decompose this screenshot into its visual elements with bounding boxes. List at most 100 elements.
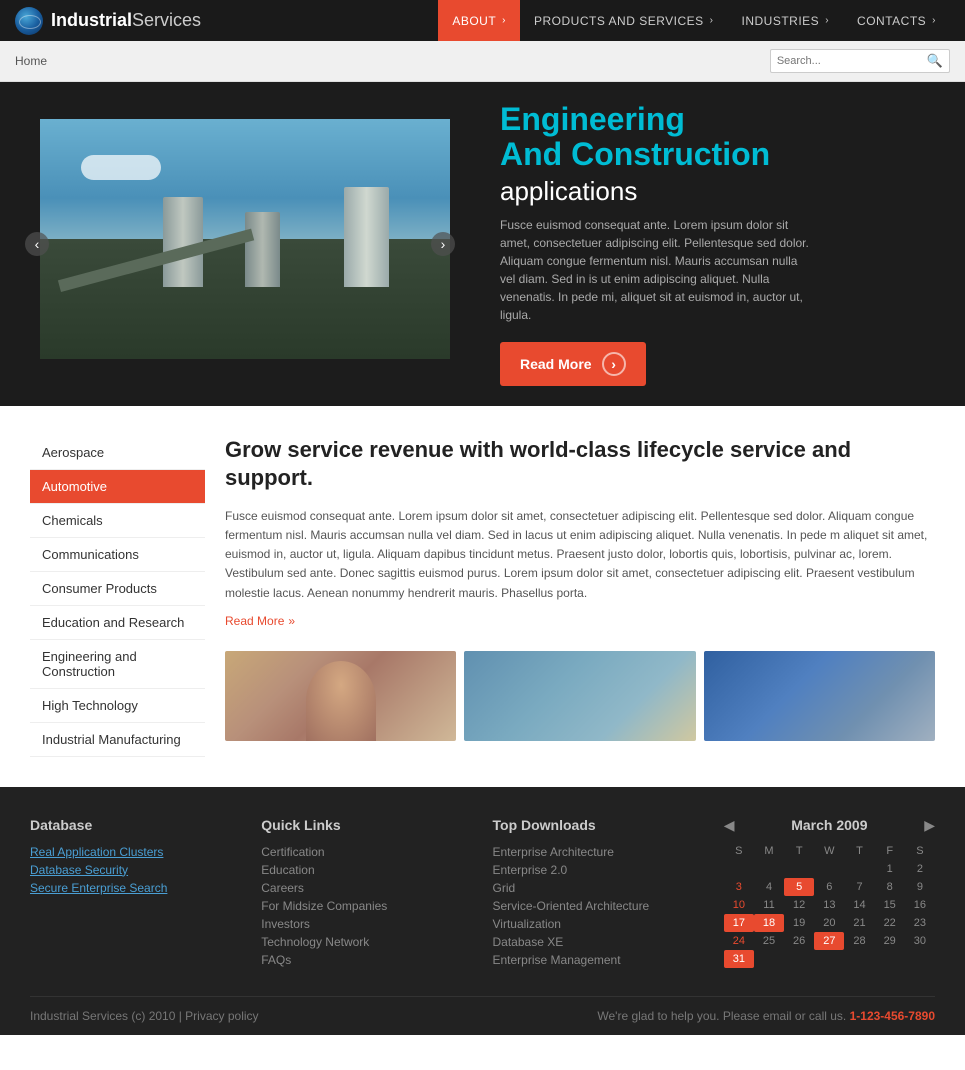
hero-title-line3: applications: [500, 176, 637, 206]
calendar-day[interactable]: 13: [814, 896, 844, 914]
calendar-day[interactable]: 12: [784, 896, 814, 914]
sidebar-item-chemicals[interactable]: Chemicals: [30, 504, 205, 538]
footer-link-rac[interactable]: Real Application Clusters: [30, 845, 241, 859]
calendar-day: [905, 950, 935, 968]
calendar-day[interactable]: 4: [754, 878, 784, 896]
calendar-day[interactable]: 10: [724, 896, 754, 914]
calendar-day[interactable]: 7: [844, 878, 874, 896]
calendar-day[interactable]: 26: [784, 932, 814, 950]
calendar-day[interactable]: 21: [844, 914, 874, 932]
breadcrumb: Home 🔍: [0, 41, 965, 82]
calendar-day[interactable]: 30: [905, 932, 935, 950]
middle-section: Aerospace Automotive Chemicals Communica…: [0, 406, 965, 787]
footer-dl-em[interactable]: Enterprise Management: [493, 953, 704, 967]
calendar-day[interactable]: 8: [875, 878, 905, 896]
calendar-day[interactable]: 6: [814, 878, 844, 896]
footer-dl-e2[interactable]: Enterprise 2.0: [493, 863, 704, 877]
calendar-day[interactable]: 14: [844, 896, 874, 914]
sidebar-item-engineering[interactable]: Engineering and Construction: [30, 640, 205, 689]
nav-products[interactable]: PRODUCTS AND SERVICES ›: [520, 0, 728, 41]
footer-database: Database Real Application Clusters Datab…: [30, 817, 241, 971]
nav-contacts[interactable]: CONTACTS ›: [843, 0, 950, 41]
help-text: We're glad to help you. Please email or …: [597, 1009, 935, 1023]
footer-dl-ea[interactable]: Enterprise Architecture: [493, 845, 704, 859]
calendar-day[interactable]: 18: [754, 914, 784, 932]
footer-database-title: Database: [30, 817, 241, 833]
slide-next-button[interactable]: ›: [431, 232, 455, 256]
footer-dl-dbxe[interactable]: Database XE: [493, 935, 704, 949]
search-wrap: 🔍: [770, 49, 950, 73]
main-description: Fusce euismod consequat ante. Lorem ipsu…: [225, 507, 935, 603]
sidebar-item-automotive[interactable]: Automotive: [30, 470, 205, 504]
cal-header-s2: S: [905, 842, 935, 860]
photo-meeting: [464, 651, 695, 741]
sidebar-item-communications[interactable]: Communications: [30, 538, 205, 572]
calendar-day[interactable]: 2: [905, 860, 935, 878]
calendar-day[interactable]: 5: [784, 878, 814, 896]
main-heading: Grow service revenue with world-class li…: [225, 436, 935, 493]
calendar-title: March 2009: [791, 817, 867, 833]
footer-link-cert[interactable]: Certification: [261, 845, 472, 859]
footer-dl-virt[interactable]: Virtualization: [493, 917, 704, 931]
copyright-text: Industrial Services (c) 2010 | Privacy p…: [30, 1009, 259, 1023]
main-read-more-link[interactable]: Read More »: [225, 614, 295, 628]
calendar-day[interactable]: 16: [905, 896, 935, 914]
calendar-day: [844, 860, 874, 878]
logo-brand: IndustrialServices: [51, 10, 201, 31]
footer-link-technet[interactable]: Technology Network: [261, 935, 472, 949]
calendar-day[interactable]: 31: [724, 950, 754, 968]
footer-link-edu[interactable]: Education: [261, 863, 472, 877]
photo-people-img: [225, 651, 456, 741]
calendar-day[interactable]: 1: [875, 860, 905, 878]
footer-link-careers[interactable]: Careers: [261, 881, 472, 895]
footer-link-midsize[interactable]: For Midsize Companies: [261, 899, 472, 913]
calendar-day[interactable]: 29: [875, 932, 905, 950]
calendar-day: [784, 860, 814, 878]
chevron-right-icon: ›: [502, 15, 506, 26]
calendar-day[interactable]: 15: [875, 896, 905, 914]
calendar-next-button[interactable]: ▶: [924, 817, 935, 834]
sidebar-item-high-tech[interactable]: High Technology: [30, 689, 205, 723]
calendar-day[interactable]: 3: [724, 878, 754, 896]
footer-bottom: Industrial Services (c) 2010 | Privacy p…: [30, 996, 935, 1035]
clouds: [81, 155, 161, 180]
calendar-day[interactable]: 9: [905, 878, 935, 896]
sidebar-item-aerospace[interactable]: Aerospace: [30, 436, 205, 470]
calendar-day[interactable]: 20: [814, 914, 844, 932]
calendar-day[interactable]: 11: [754, 896, 784, 914]
calendar-day[interactable]: 28: [844, 932, 874, 950]
breadcrumb-home[interactable]: Home: [15, 54, 47, 68]
photo-grid: [225, 651, 935, 741]
calendar-day[interactable]: 17: [724, 914, 754, 932]
footer-link-faqs[interactable]: FAQs: [261, 953, 472, 967]
search-icon[interactable]: 🔍: [927, 53, 943, 69]
footer-dl-grid[interactable]: Grid: [493, 881, 704, 895]
chevron-right-icon: ›: [932, 15, 936, 26]
calendar-prev-button[interactable]: ◀: [724, 817, 735, 834]
footer-link-dbsec[interactable]: Database Security: [30, 863, 241, 877]
footer-dl-soa[interactable]: Service-Oriented Architecture: [493, 899, 704, 913]
slide-prev-button[interactable]: ‹: [25, 232, 49, 256]
calendar-day[interactable]: 27: [814, 932, 844, 950]
calendar-day[interactable]: 25: [754, 932, 784, 950]
nav-industries[interactable]: INDUSTRIES ›: [728, 0, 844, 41]
calendar-day[interactable]: 22: [875, 914, 905, 932]
hero-image-bg: [40, 119, 450, 359]
sidebar-item-industrial[interactable]: Industrial Manufacturing: [30, 723, 205, 757]
calendar-day: [814, 860, 844, 878]
calendar-day[interactable]: 24: [724, 932, 754, 950]
footer-link-investors[interactable]: Investors: [261, 917, 472, 931]
calendar-day[interactable]: 23: [905, 914, 935, 932]
nav-about[interactable]: ABOUT ›: [438, 0, 520, 41]
sidebar-item-consumer[interactable]: Consumer Products: [30, 572, 205, 606]
hero-read-more-button[interactable]: Read More ›: [500, 342, 646, 386]
footer: Database Real Application Clusters Datab…: [0, 787, 965, 1035]
footer-link-search[interactable]: Secure Enterprise Search: [30, 881, 241, 895]
footer-top: Database Real Application Clusters Datab…: [30, 817, 935, 996]
footer-downloads: Top Downloads Enterprise Architecture En…: [493, 817, 704, 971]
calendar-day: [875, 950, 905, 968]
cal-header-f: F: [875, 842, 905, 860]
sidebar-item-education[interactable]: Education and Research: [30, 606, 205, 640]
search-input[interactable]: [777, 55, 927, 67]
calendar-day[interactable]: 19: [784, 914, 814, 932]
